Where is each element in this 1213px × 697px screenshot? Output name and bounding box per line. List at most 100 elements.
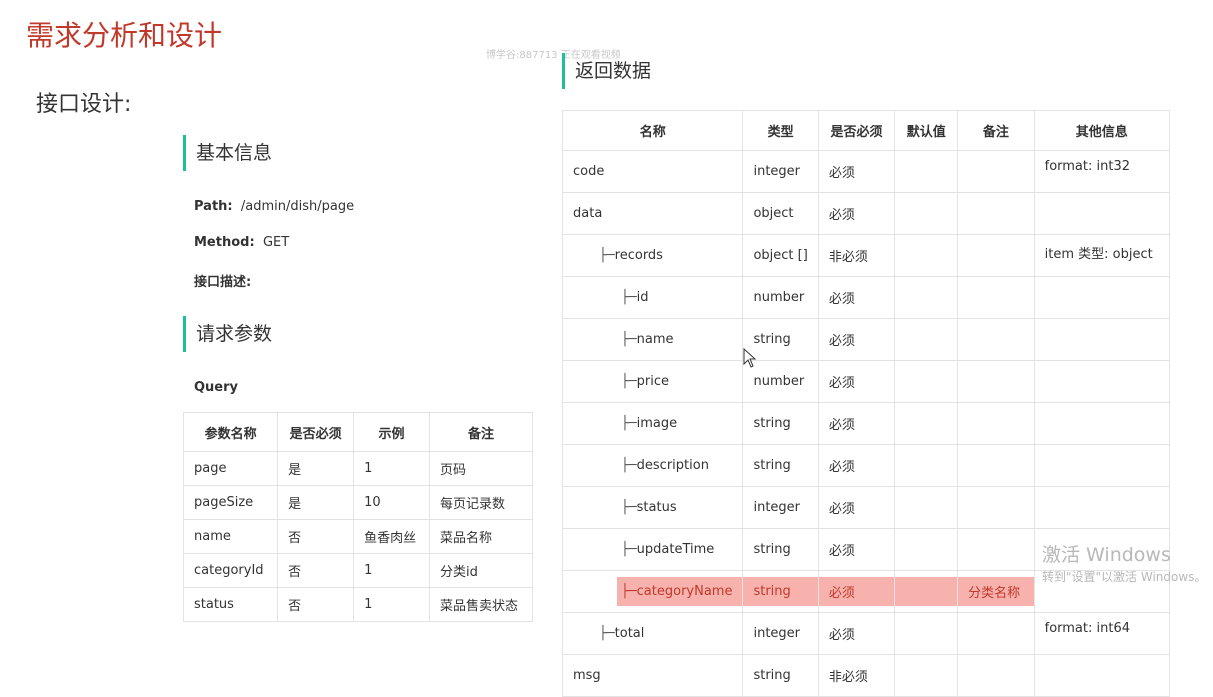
request-params-heading: 请求参数 [183,316,272,352]
field-default-cell [894,192,959,235]
field-name: name [636,332,674,347]
field-required-cell: 必须 [817,402,896,445]
field-name-cell: ├─status [561,486,744,529]
field-name-cell: ├─records [561,234,744,277]
column-header: 默认值 [894,110,959,151]
field-name-cell: ├─updateTime [561,528,744,571]
table-row: msg string 非必须 [561,654,1171,697]
column-header: 备注 [429,412,533,452]
field-type: string [753,416,791,431]
tree-branch-icon: ├─ [621,458,637,473]
table-cell: 菜品名称 [429,519,533,554]
field-name-cell: ├─categoryName [561,570,744,613]
field-type: integer [753,164,801,179]
field-type: integer [753,500,801,515]
table-cell: pageSize [182,485,279,520]
column-header: 类型 [742,110,819,151]
column-header: 名称 [561,110,744,151]
field-type-cell: string [742,654,819,697]
table-cell: categoryId [182,553,279,588]
table-cell: 10 [353,485,430,520]
field-note-cell [957,402,1035,445]
field-required: 必须 [828,166,855,181]
field-other-cell [1033,444,1171,487]
field-required: 非必须 [828,670,868,685]
desc-row: 接口描述: [194,271,251,290]
field-default-cell [894,234,959,277]
field-note-cell [957,192,1035,235]
field-type: number [753,374,805,389]
field-note-cell [957,528,1035,571]
field-name: price [636,374,670,389]
interface-design-label: 接口设计: [36,92,132,117]
basic-info-heading: 基本信息 [183,135,272,171]
windows-activation-watermark: 激活 Windows 转到"设置"以激活 Windows。 [1042,540,1206,585]
table-cell: 否 [277,587,355,622]
table-row: categoryId 否 1 分类id [182,553,533,588]
field-type: string [753,584,791,599]
field-name-cell: data [561,192,744,235]
desc-label: 接口描述: [194,275,252,290]
field-required-cell: 必须 [817,570,896,613]
field-type: string [753,332,791,347]
tree-branch-icon: ├─ [621,584,637,599]
field-type: string [753,458,791,473]
table-cell: page [182,451,279,486]
field-note: 分类名称 [968,586,1021,601]
table-cell: 是 [277,451,355,486]
field-name: categoryName [636,584,733,599]
table-row: ├─image string 必须 [561,402,1171,445]
field-type-cell: object [] [742,234,819,277]
field-note-cell [957,444,1035,487]
column-header: 备注 [957,110,1035,151]
field-name-cell: ├─total [561,612,744,655]
field-required: 必须 [828,334,855,349]
field-required: 必须 [828,418,855,433]
field-name-cell: code [561,150,744,193]
field-name: status [636,500,677,515]
table-cell: 1 [353,587,430,622]
tree-branch-icon: ├─ [621,290,637,305]
field-type: string [753,668,791,683]
field-default-cell [894,570,959,613]
column-header: 其他信息 [1033,110,1171,151]
column-header: 参数名称 [182,412,279,452]
field-default-cell [894,318,959,361]
field-type: object [753,206,794,221]
table-row: code integer 必须 format: int32 [561,150,1171,193]
field-name-cell: ├─price [561,360,744,403]
field-name: image [636,416,678,431]
field-name-cell: ├─description [561,444,744,487]
field-type: object [] [753,248,808,263]
field-type-cell: object [742,192,819,235]
slide-title: 需求分析和设计 [26,19,223,52]
field-type-cell: integer [742,486,819,529]
field-type-cell: number [742,276,819,319]
field-required-cell: 必须 [817,612,896,655]
tree-branch-icon: ├─ [621,374,637,389]
field-note-cell: 分类名称 [957,570,1035,613]
field-other-cell [1033,360,1171,403]
field-name: msg [573,668,601,683]
field-required: 必须 [828,586,855,601]
path-row: Path: /admin/dish/page [194,199,354,214]
field-required: 必须 [828,544,855,559]
field-required-cell: 必须 [817,360,896,403]
method-label: Method: [194,235,255,250]
method-value: GET [262,235,290,250]
tree-branch-icon: ├─ [621,542,637,557]
field-type: number [753,290,805,305]
field-required-cell: 非必须 [817,654,896,697]
table-row: status 否 1 菜品售卖状态 [182,587,533,622]
field-note-cell [957,150,1035,193]
table-row: ├─price number 必须 [561,360,1171,403]
windows-activation-hint: 转到"设置"以激活 Windows。 [1042,570,1207,584]
field-other: item 类型: object [1044,247,1153,262]
field-note-cell [957,360,1035,403]
table-cell: 菜品售卖状态 [429,587,533,622]
field-type: string [753,542,791,557]
field-note-cell [957,318,1035,361]
table-cell: 是 [277,485,355,520]
field-default-cell [894,150,959,193]
field-other-cell [1033,654,1171,697]
